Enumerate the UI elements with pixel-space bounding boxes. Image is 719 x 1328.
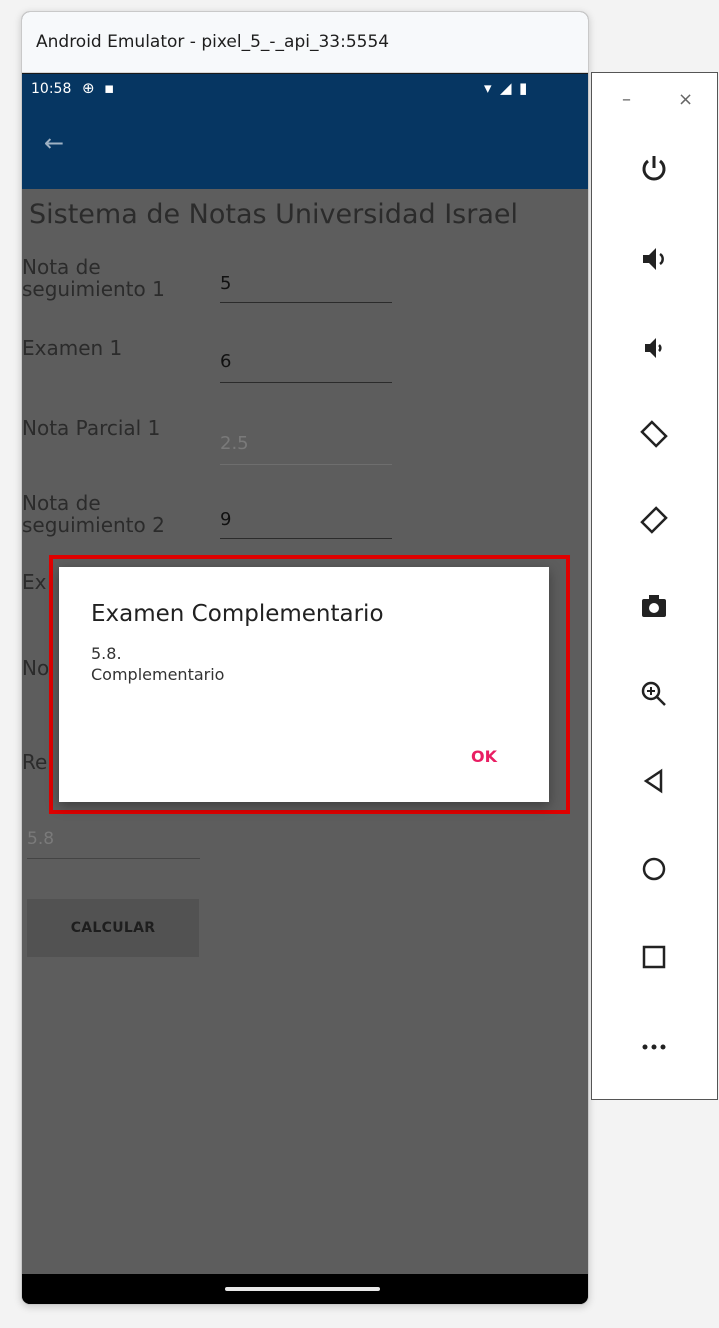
label-nota-parcial-2: No bbox=[22, 656, 50, 680]
home-gesture-pill[interactable] bbox=[225, 1287, 380, 1291]
result-field: 5.8 bbox=[27, 829, 200, 859]
camera-icon[interactable] bbox=[622, 581, 686, 631]
input-nota-seguimiento-2[interactable]: 9 bbox=[220, 509, 392, 539]
label-nota-parcial-1: Nota Parcial 1 bbox=[22, 416, 161, 440]
navigation-bar bbox=[22, 1274, 588, 1304]
sd-card-icon: ▪ bbox=[104, 79, 115, 97]
input-examen-1[interactable]: 6 bbox=[220, 351, 392, 383]
volume-up-icon[interactable] bbox=[622, 234, 686, 284]
label-nota-seguimiento-2: Nota de seguimiento 2 bbox=[22, 491, 165, 537]
power-icon[interactable] bbox=[622, 143, 686, 193]
back-arrow-icon[interactable]: ← bbox=[44, 129, 64, 157]
overview-nav-icon[interactable] bbox=[622, 932, 686, 982]
vpn-icon: ⊕ bbox=[82, 79, 95, 97]
status-bar: 10:58 ⊕ ▪ ▾ ◢ ▮ bbox=[22, 74, 588, 107]
label-resultado: Re bbox=[22, 750, 48, 774]
more-options-icon[interactable] bbox=[622, 1022, 686, 1072]
input-nota-parcial-1: 2.5 bbox=[220, 433, 392, 465]
rotate-right-icon[interactable] bbox=[622, 495, 686, 545]
app-bar: ← bbox=[22, 107, 588, 189]
close-button[interactable]: × bbox=[678, 89, 693, 110]
calcular-button[interactable]: CALCULAR bbox=[27, 899, 199, 957]
dialog-message: 5.8. Complementario bbox=[91, 644, 225, 684]
dialog-title: Examen Complementario bbox=[91, 601, 384, 627]
back-nav-icon[interactable] bbox=[622, 756, 686, 806]
window-title: Android Emulator - pixel_5_-_api_33:5554 bbox=[22, 12, 588, 73]
dialog-ok-button[interactable]: OK bbox=[471, 747, 497, 766]
home-nav-icon[interactable] bbox=[622, 844, 686, 894]
emulator-side-toolbar: – × bbox=[591, 72, 718, 1100]
label-examen-1: Examen 1 bbox=[22, 336, 123, 360]
label-nota-seguimiento-1: Nota de seguimiento 1 bbox=[22, 255, 165, 301]
wifi-icon: ▾ bbox=[484, 79, 492, 97]
volume-down-icon[interactable] bbox=[622, 323, 686, 373]
battery-icon: ▮ bbox=[519, 79, 528, 97]
label-examen-2: Ex bbox=[22, 570, 47, 594]
status-time: 10:58 bbox=[31, 81, 72, 97]
alert-dialog: Examen Complementario 5.8. Complementari… bbox=[59, 567, 549, 802]
zoom-icon[interactable] bbox=[622, 669, 686, 719]
minimize-button[interactable]: – bbox=[622, 89, 631, 110]
input-nota-seguimiento-1[interactable]: 5 bbox=[220, 273, 392, 303]
rotate-left-icon[interactable] bbox=[622, 409, 686, 459]
page-title: Sistema de Notas Universidad Israel bbox=[29, 199, 518, 230]
signal-icon: ◢ bbox=[500, 79, 512, 97]
